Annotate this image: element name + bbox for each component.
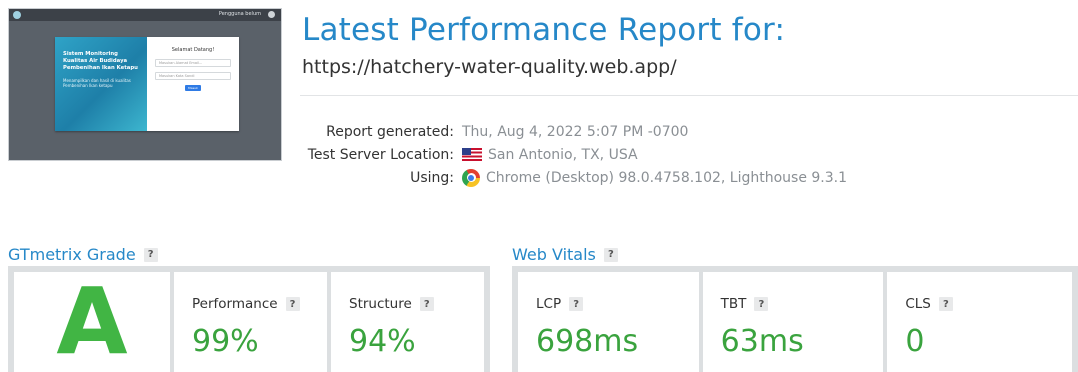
web-vitals-title: Web Vitals	[512, 245, 596, 264]
gtmetrix-grade-box: A Performance ? 99% Structure ? 94%	[8, 266, 490, 372]
cls-cell: CLS ? 0	[887, 272, 1072, 372]
report-generated-value: Thu, Aug 4, 2022 5:07 PM -0700	[462, 124, 688, 140]
tbt-cell: TBT ? 63ms	[702, 272, 884, 372]
lcp-cell: LCP ? 698ms	[518, 272, 699, 372]
grade-cell: A	[14, 272, 170, 372]
structure-value: 94%	[349, 324, 416, 359]
thumbnail-hero-panel: Sistem Monitoring Kualitas Air Budidaya …	[55, 37, 147, 131]
performance-label-text: Performance	[192, 296, 278, 312]
structure-label: Structure ?	[349, 296, 434, 312]
tbt-value: 63ms	[720, 324, 804, 359]
help-icon[interactable]: ?	[285, 297, 300, 311]
cls-value: 0	[905, 324, 925, 359]
chrome-icon	[462, 168, 480, 187]
site-screenshot-thumbnail[interactable]: Pengguna belum Sistem Monitoring Kualita…	[8, 8, 282, 161]
structure-label-text: Structure	[349, 296, 412, 312]
thumbnail-login-button: Masuk	[185, 85, 201, 91]
server-location-label: Test Server Location:	[307, 146, 454, 163]
thumbnail-login-card: Sistem Monitoring Kualitas Air Budidaya …	[55, 37, 239, 131]
thumbnail-topbar: Pengguna belum	[9, 9, 281, 21]
us-flag-icon	[462, 148, 482, 161]
cls-label: CLS ?	[905, 296, 953, 312]
lcp-value: 698ms	[536, 324, 639, 359]
performance-value: 99%	[192, 324, 259, 359]
thumbnail-login-form: Selamat Datang! Masukan Alamat Email... …	[147, 37, 239, 131]
server-location-value: San Antonio, TX, USA	[462, 147, 638, 163]
help-icon[interactable]: ?	[143, 247, 158, 262]
header-divider	[300, 95, 1078, 96]
meta-row-report-generated: Report generated: Thu, Aug 4, 2022 5:07 …	[300, 120, 847, 143]
tbt-label: TBT ?	[721, 296, 769, 312]
help-icon[interactable]: ?	[603, 247, 618, 262]
performance-label: Performance ?	[192, 296, 300, 312]
help-icon[interactable]: ?	[419, 297, 434, 311]
gtmetrix-grade-title: GTmetrix Grade	[8, 245, 136, 264]
using-value: Chrome (Desktop) 98.0.4758.102, Lighthou…	[462, 168, 848, 187]
lcp-label: LCP ?	[536, 296, 584, 312]
server-location-text: San Antonio, TX, USA	[488, 146, 638, 163]
thumbnail-email-field: Masukan Alamat Email...	[155, 59, 231, 67]
thumbnail-user-icon	[268, 11, 275, 18]
thumbnail-hero-title: Sistem Monitoring Kualitas Air Budidaya …	[63, 51, 138, 71]
web-vitals-box: LCP ? 698ms TBT ? 63ms CLS ? 0	[512, 266, 1078, 372]
cls-label-text: CLS	[905, 296, 931, 312]
report-meta: Report generated: Thu, Aug 4, 2022 5:07 …	[300, 120, 847, 189]
report-generated-text: Thu, Aug 4, 2022 5:07 PM -0700	[462, 123, 689, 140]
structure-cell: Structure ? 94%	[331, 272, 484, 372]
using-label: Using:	[410, 169, 454, 186]
thumbnail-password-field: Masukan Kata Sandi	[155, 72, 231, 80]
help-icon[interactable]: ?	[569, 297, 584, 311]
thumbnail-logo-icon	[13, 11, 21, 19]
thumbnail-form-heading: Selamat Datang!	[171, 47, 215, 53]
thumbnail-topbar-text: Pengguna belum	[218, 11, 261, 17]
page-title: Latest Performance Report for:	[302, 12, 786, 48]
meta-row-server-location: Test Server Location: San Antonio, TX, U…	[300, 143, 847, 166]
gtmetrix-grade-heading: GTmetrix Grade ?	[8, 245, 158, 264]
help-icon[interactable]: ?	[754, 297, 769, 311]
grade-letter: A	[56, 268, 128, 372]
thumbnail-hero-subtitle: Menampilkan dan hasil di kualitas Pemben…	[63, 78, 131, 88]
using-text: Chrome (Desktop) 98.0.4758.102, Lighthou…	[486, 169, 848, 186]
help-icon[interactable]: ?	[938, 297, 953, 311]
performance-cell: Performance ? 99%	[174, 272, 327, 372]
meta-row-using: Using: Chrome (Desktop) 98.0.4758.102, L…	[300, 166, 847, 189]
web-vitals-heading: Web Vitals ?	[512, 245, 618, 264]
report-generated-label: Report generated:	[326, 123, 454, 140]
tbt-label-text: TBT	[720, 296, 747, 312]
lcp-label-text: LCP	[536, 296, 562, 312]
report-url[interactable]: https://hatchery-water-quality.web.app/	[302, 56, 677, 78]
